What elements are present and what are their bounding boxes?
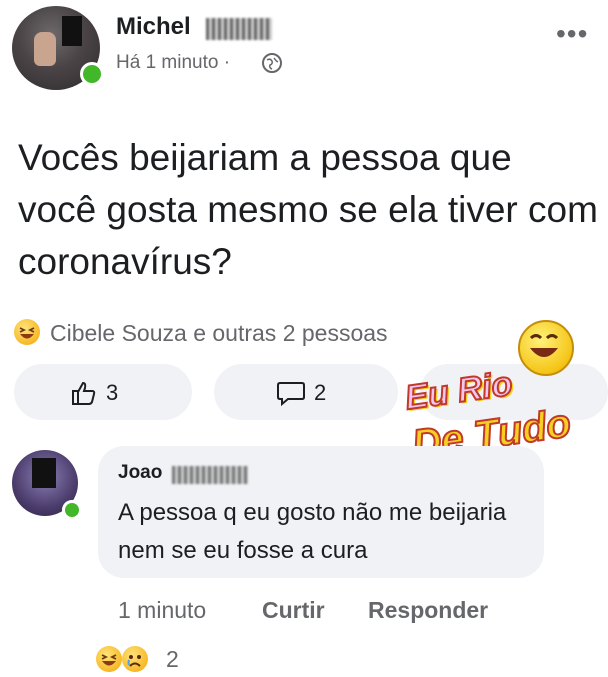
- globe-icon: [262, 53, 282, 73]
- online-status-icon: [62, 500, 82, 520]
- thumbs-up-icon: [72, 381, 96, 405]
- haha-reaction-icon[interactable]: [14, 319, 40, 345]
- comment-bubble-icon: [277, 382, 305, 407]
- post-meta: Há 1 minuto ·: [116, 52, 230, 74]
- post-time[interactable]: Há 1 minuto: [116, 52, 218, 73]
- censor-block: [62, 16, 82, 46]
- comment-reaction-count[interactable]: 2: [166, 646, 179, 673]
- comment-button[interactable]: 2: [214, 364, 398, 420]
- reactions-summary[interactable]: Cibele Souza e outras 2 pessoas: [50, 320, 388, 347]
- like-count: 3: [106, 380, 119, 405]
- comment-author-name[interactable]: Joao: [118, 462, 162, 484]
- comment-count: 2: [314, 380, 327, 405]
- comment-reply-button[interactable]: Responder: [368, 597, 488, 624]
- censor-block: [32, 458, 56, 488]
- censored-surname: [172, 466, 248, 484]
- comment-like-button[interactable]: Curtir: [262, 597, 325, 624]
- sad-reaction-icon[interactable]: [122, 646, 148, 672]
- comment-text: A pessoa q eu gosto não me beijaria nem …: [118, 499, 507, 564]
- meta-separator: ·: [223, 52, 231, 73]
- post-text: Vocês beijariam a pessoa que você gosta …: [18, 137, 598, 282]
- post-author-name[interactable]: Michel: [116, 13, 191, 41]
- comment-time[interactable]: 1 minuto: [118, 597, 206, 624]
- haha-reaction-icon[interactable]: [96, 646, 122, 672]
- more-options-icon[interactable]: •••: [556, 20, 588, 48]
- censored-surname: [206, 18, 272, 40]
- online-status-icon: [80, 62, 104, 86]
- laughing-face-icon: [518, 320, 574, 376]
- like-button[interactable]: 3: [14, 364, 192, 420]
